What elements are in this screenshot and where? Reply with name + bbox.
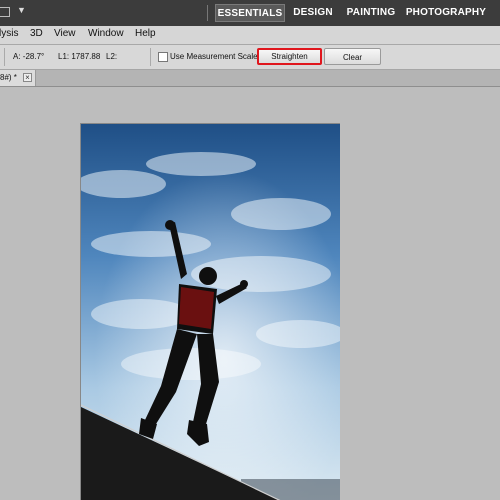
workspace-painting[interactable]: PAINTING xyxy=(342,4,400,22)
document-tab-bar: 8#) * × xyxy=(0,70,500,87)
divider xyxy=(4,48,5,66)
workspace-photography[interactable]: PHOTOGRAPHY xyxy=(405,4,487,22)
menu-view[interactable]: View xyxy=(54,28,76,39)
clear-button[interactable]: Clear xyxy=(324,48,381,65)
document-arrange-icon[interactable] xyxy=(0,7,10,17)
divider xyxy=(207,5,208,21)
document-canvas[interactable] xyxy=(80,123,340,500)
document-tab-label: 8#) * xyxy=(0,73,17,82)
use-measurement-scale-checkbox[interactable] xyxy=(158,52,168,62)
menu-analysis[interactable]: lysis xyxy=(0,28,18,39)
use-measurement-scale-label: Use Measurement Scale xyxy=(170,52,258,61)
chevron-down-icon[interactable]: ▼ xyxy=(17,5,26,15)
angle-readout: A: -28.7° xyxy=(13,52,45,61)
length2-readout: L2: xyxy=(106,52,118,61)
workspace-essentials[interactable]: ESSENTIALS xyxy=(215,4,285,22)
close-icon[interactable]: × xyxy=(23,73,32,82)
menu-window[interactable]: Window xyxy=(88,28,124,39)
document-tab[interactable]: 8#) * × xyxy=(0,70,36,86)
straighten-button[interactable]: Straighten xyxy=(257,48,322,65)
options-bar: A: -28.7° L1: 1787.88 L2: Use Measuremen… xyxy=(0,45,500,70)
application-bar: ▼ ESSENTIALS DESIGN PAINTING PHOTOGRAPHY xyxy=(0,0,500,27)
divider xyxy=(150,48,151,66)
menu-help[interactable]: Help xyxy=(135,28,156,39)
length1-readout: L1: 1787.88 xyxy=(58,52,101,61)
menu-bar: lysis 3D View Window Help xyxy=(0,26,500,45)
photo-silhouette-jumping-person-icon xyxy=(81,124,340,500)
workspace-design[interactable]: DESIGN xyxy=(290,4,336,22)
menu-3d[interactable]: 3D xyxy=(30,28,43,39)
